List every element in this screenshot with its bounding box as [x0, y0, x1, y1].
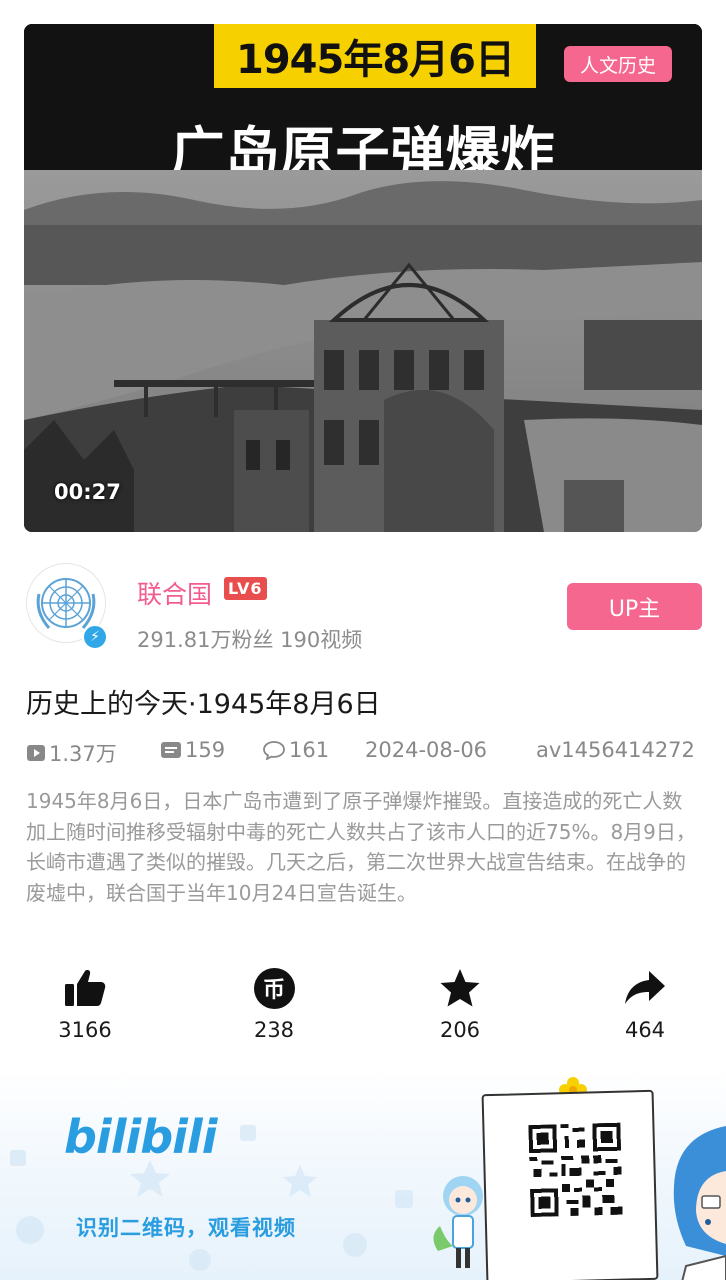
favorite-count: 206 — [439, 1018, 481, 1042]
comment-count: 161 — [289, 738, 330, 762]
play-count-icon — [26, 744, 46, 762]
level-badge: LV6 — [224, 577, 267, 600]
verified-lightning-icon: ⚡ — [82, 624, 108, 650]
video-description: 1945年8月6日，日本广岛市遭到了原子弹爆炸摧毁。直接造成的死亡人数加上随时间… — [26, 789, 696, 905]
danmaku-count: 159 — [185, 738, 226, 762]
favorite-button[interactable]: 206 — [410, 966, 510, 1042]
danmaku-icon — [160, 741, 182, 759]
video-duration: 00:27 — [54, 480, 121, 504]
like-count: 3166 — [58, 1018, 112, 1042]
danmaku-stat: 159 — [160, 738, 225, 762]
like-button[interactable]: 3166 — [35, 966, 135, 1042]
publish-date: 2024-08-06 — [365, 738, 488, 762]
coin-button[interactable]: 币 238 — [224, 966, 324, 1042]
share-arrow-icon — [623, 966, 667, 1010]
views-count: 1.37万 — [49, 742, 117, 766]
av-id: av1456414272 — [536, 738, 695, 762]
video-date-banner: 1945年8月6日 — [214, 24, 536, 88]
share-count: 464 — [624, 1018, 666, 1042]
up-button[interactable]: UP主 — [567, 583, 702, 630]
comment-stat: 161 — [262, 738, 329, 762]
video-player[interactable]: 1945年8月6日 广岛原子弹爆炸 人文历史 00:27 — [24, 24, 702, 532]
video-title: 历史上的今天·1945年8月6日 — [26, 689, 381, 720]
banner-caption: 识别二维码，观看视频 — [76, 1216, 296, 1240]
category-tag[interactable]: 人文历史 — [563, 46, 672, 82]
coin-count: 238 — [253, 1018, 295, 1042]
coin-icon: 币 — [253, 966, 295, 1010]
thumbs-up-icon — [63, 966, 107, 1010]
video-title-overlay: 1945年8月6日 广岛原子弹爆炸 人文历史 — [24, 24, 702, 184]
video-frame-image — [24, 170, 702, 532]
mascot-large-icon — [673, 1126, 726, 1280]
coin-glyph: 币 — [253, 967, 295, 1009]
bilibili-logo: bilibili — [64, 1110, 217, 1164]
share-banner: bilibili 识别二维码，观看视频 — [0, 1070, 726, 1280]
author-name[interactable]: 联合国 — [137, 575, 212, 611]
author-stats: 291.81万粉丝 190视频 — [137, 628, 363, 652]
star-icon — [438, 966, 482, 1010]
qr-code-icon[interactable] — [528, 1122, 623, 1218]
share-button[interactable]: 464 — [595, 966, 695, 1042]
views-stat: 1.37万 — [26, 738, 117, 768]
qr-card — [481, 1089, 659, 1280]
comment-icon — [262, 740, 286, 760]
